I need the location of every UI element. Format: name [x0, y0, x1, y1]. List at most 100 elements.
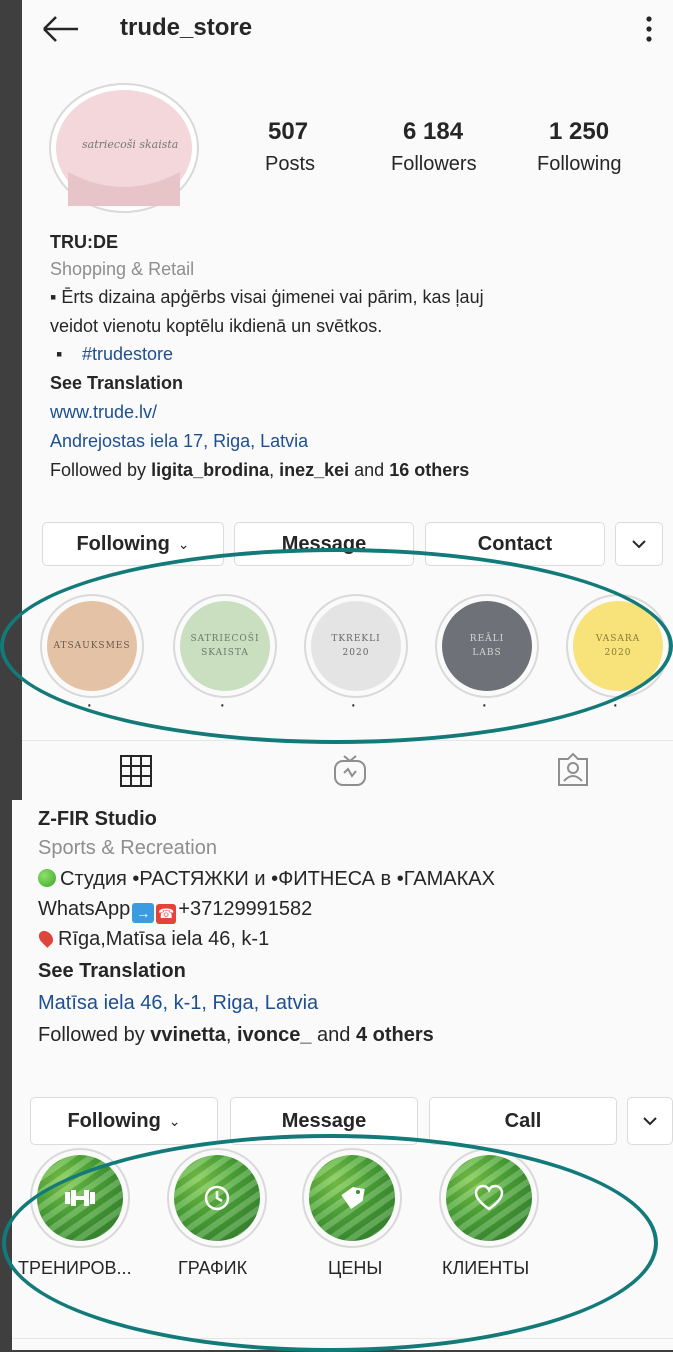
highlight-label: ЦЕНЫ — [328, 1258, 383, 1278]
highlight-dot: · — [481, 694, 488, 716]
followed-and: and — [349, 460, 390, 480]
highlight-cover — [174, 1155, 260, 1241]
address-link[interactable]: Matīsa iela 46, k-1, Riga, Latvia — [38, 992, 318, 1015]
highlight-cover-text: SATRIECOŠI — [190, 634, 260, 644]
phone-number[interactable]: +37129991582 — [178, 898, 312, 920]
hashtag-bullet: ▪ — [56, 344, 63, 364]
bio-line-1-text: Студия •РАСТЯЖКИ и •ФИТНЕСА в •ГАМАКАХ — [60, 868, 495, 890]
message-button[interactable]: Message — [230, 1097, 418, 1145]
highlight-atsauksmes[interactable]: ATSAUKSMES · — [40, 594, 144, 715]
followed-sep: , — [269, 460, 280, 480]
bio-line-2: veidot vienotu koptēlu ikdienā un svētko… — [50, 316, 383, 336]
highlight-cover-text: ATSAUKSMES — [53, 641, 131, 651]
highlight-cover: TKREKLI 2020 — [311, 601, 401, 691]
website-link[interactable]: www.trude.lv/ — [50, 402, 157, 423]
profile-tab-bar — [22, 742, 673, 804]
profile-category: Shopping & Retail — [50, 259, 195, 279]
highlight-reali-labs[interactable]: REĀLI LABS · — [435, 594, 539, 715]
highlight-klienty[interactable] — [439, 1148, 539, 1248]
chevron-down-icon — [643, 1117, 657, 1126]
tagged-icon[interactable] — [555, 752, 591, 788]
followed-others[interactable]: 16 others — [389, 460, 469, 480]
following-button[interactable]: Following ⌄ — [30, 1097, 218, 1145]
highlight-cover-text: TKREKLI — [331, 634, 381, 644]
highlight-cover — [309, 1155, 395, 1241]
followed-by-text[interactable]: Followed by ligita_brodina, inez_kei and… — [50, 460, 469, 481]
highlight-label: ГРАФИК — [178, 1258, 248, 1278]
highlight-vasara-2020[interactable]: VASARA 2020 · — [566, 594, 670, 715]
back-arrow-icon[interactable] — [40, 14, 80, 44]
highlight-tseny[interactable] — [302, 1148, 402, 1248]
igtv-icon[interactable] — [332, 752, 368, 788]
divider — [22, 740, 673, 741]
message-button-label: Message — [281, 1109, 367, 1132]
right-arrow-icon: → — [132, 903, 155, 923]
profile-name: Z-FIR Studio — [38, 808, 157, 830]
highlight-cover: SATRIECOŠI SKAISTA — [180, 601, 270, 691]
heart-icon — [474, 1184, 504, 1211]
following-count[interactable]: 1 250 — [549, 118, 609, 146]
see-translation-link[interactable]: See Translation — [38, 960, 186, 983]
whatsapp-text: WhatsApp — [38, 898, 131, 920]
highlight-cover-text: VASARA — [595, 634, 641, 644]
following-label[interactable]: Following — [537, 153, 621, 176]
message-button[interactable]: Message — [234, 522, 414, 566]
highlight-dot: · — [86, 694, 93, 716]
highlight-trenirovki[interactable] — [30, 1148, 130, 1248]
highlight-cover — [446, 1155, 532, 1241]
highlight-cover-text: 2020 — [604, 648, 632, 658]
followed-prefix: Followed by — [50, 460, 152, 480]
chevron-down-icon: ⌄ — [177, 535, 190, 552]
chevron-down-icon: ⌄ — [168, 1112, 181, 1129]
suggested-expand-button[interactable] — [615, 522, 663, 566]
dumbbell-icon — [65, 1190, 95, 1206]
followed-and: and — [311, 1024, 356, 1046]
clock-icon — [204, 1185, 230, 1211]
highlight-cover: REĀLI LABS — [442, 601, 532, 691]
followed-others[interactable]: 4 others — [356, 1024, 434, 1046]
followed-user-1[interactable]: vvinetta — [150, 1024, 226, 1046]
following-button-label: Following — [67, 1109, 161, 1132]
bio-line-1: Студия •РАСТЯЖКИ и •ФИТНЕСА в •ГАМАКАХ — [38, 868, 495, 891]
followed-sep: , — [225, 1024, 237, 1046]
highlight-cover-text: LABS — [472, 648, 502, 658]
location-pin-icon — [36, 928, 56, 948]
more-options-icon[interactable] — [642, 14, 656, 44]
highlight-cover-text: SKAISTA — [201, 648, 249, 658]
highlight-label: ТРЕНИРОВ... — [18, 1258, 132, 1278]
followed-by-text[interactable]: Followed by vvinetta, ivonce_ and 4 othe… — [38, 1024, 434, 1047]
followers-count[interactable]: 6 184 — [403, 118, 463, 146]
message-button-label: Message — [281, 532, 367, 555]
followed-user-2[interactable]: ivonce_ — [237, 1024, 311, 1046]
contact-button[interactable]: Contact — [425, 522, 605, 566]
telephone-icon: ☎ — [156, 904, 177, 924]
hashtag-link[interactable]: #trudestore — [82, 344, 173, 365]
green-circle-icon — [38, 869, 56, 887]
followed-prefix: Followed by — [38, 1024, 151, 1046]
see-translation-link[interactable]: See Translation — [50, 373, 183, 394]
avatar[interactable]: satriecoši skaista — [48, 82, 200, 214]
highlight-tkrekli-2020[interactable]: TKREKLI 2020 · — [304, 594, 408, 715]
following-button-label: Following — [76, 532, 170, 555]
suggested-expand-button[interactable] — [627, 1097, 673, 1145]
grid-icon[interactable] — [119, 754, 153, 788]
highlight-satriecosi-skaista[interactable]: SATRIECOŠI SKAISTA · — [173, 594, 277, 715]
followed-user-2[interactable]: inez_kei — [279, 460, 349, 480]
address-link[interactable]: Andrejostas iela 17, Riga, Latvia — [50, 431, 308, 452]
highlight-dot: · — [350, 694, 357, 716]
username-title: trude_store — [120, 14, 253, 41]
bio-line-3-text: Rīga,Matīsa iela 46, k-1 — [58, 928, 270, 950]
highlight-cover-text: REĀLI — [469, 634, 505, 644]
followers-label[interactable]: Followers — [391, 153, 477, 176]
bio-line-1: ▪ Ērts dizaina apģērbs visai ģimenei vai… — [50, 287, 484, 307]
divider — [12, 1338, 673, 1339]
bio-line-2: WhatsApp → ☎ +37129991582 — [38, 898, 312, 924]
tag-icon — [341, 1186, 365, 1210]
following-button[interactable]: Following ⌄ — [42, 522, 224, 566]
call-button[interactable]: Call — [429, 1097, 617, 1145]
followed-user-1[interactable]: ligita_brodina — [151, 460, 269, 480]
highlight-grafik[interactable] — [167, 1148, 267, 1248]
profile-category: Sports & Recreation — [38, 837, 217, 859]
highlight-dot: · — [219, 694, 226, 716]
posts-count: 507 — [268, 118, 309, 145]
